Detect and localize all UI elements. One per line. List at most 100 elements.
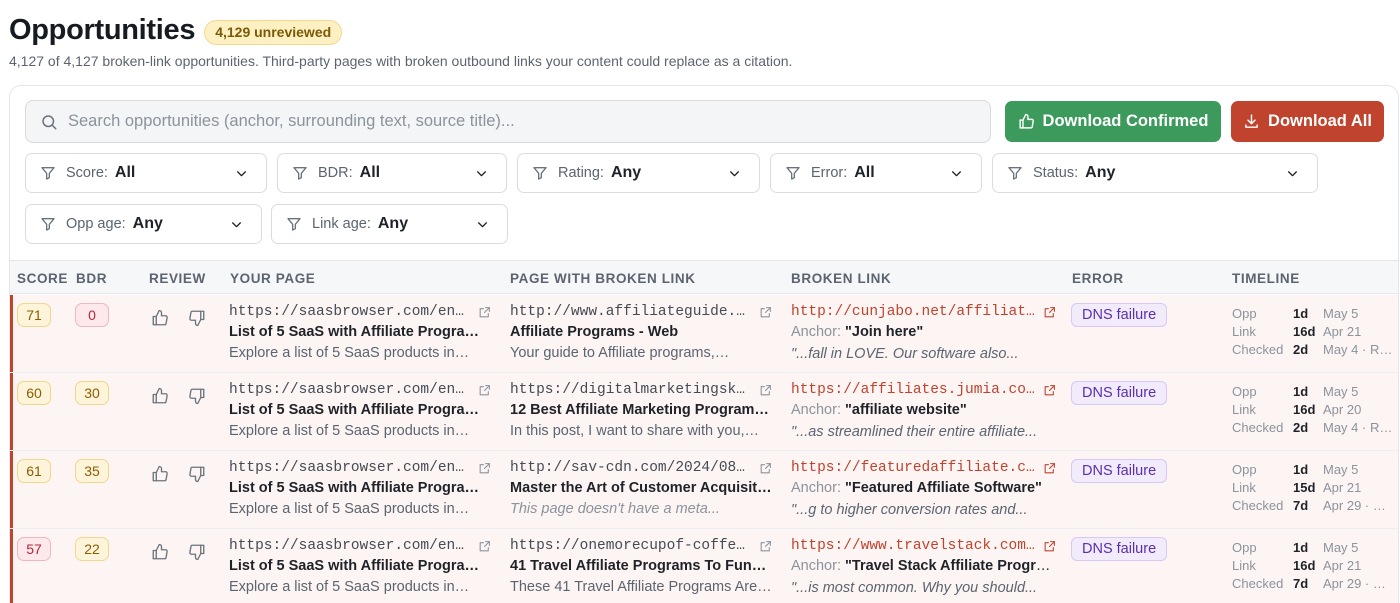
status-filter[interactable]: Status: Any (992, 153, 1318, 193)
bdr-filter[interactable]: BDR: All (277, 153, 507, 193)
table-row[interactable]: 57 22 https://saasbrowser.com/en/a… List… (10, 529, 1398, 603)
your-page-url[interactable]: https://saasbrowser.com/en/a… (229, 382, 470, 398)
your-page-cell: https://saasbrowser.com/en/a… List of 5 … (229, 304, 491, 361)
score-filter[interactable]: Score: All (25, 153, 267, 193)
thumbs-down-icon[interactable] (188, 387, 206, 405)
thumbs-up-icon[interactable] (151, 465, 169, 483)
filter-icon (287, 218, 301, 231)
your-page-title: List of 5 SaaS with Affiliate Program… (229, 480, 491, 496)
timeline: Opp 1d May 5 Link 16d Apr 21 Checked 2d … (1232, 304, 1398, 358)
search-box[interactable] (25, 100, 991, 143)
table-header: SCORE BDR REVIEW YOUR PAGE PAGE WITH BRO… (10, 260, 1398, 294)
timeline-label: Opp (1232, 383, 1257, 399)
your-page-url[interactable]: https://saasbrowser.com/en/a… (229, 460, 470, 476)
filter-value: Any (377, 215, 409, 232)
checked-date: Apr 29 · … (1323, 575, 1386, 591)
error-filter[interactable]: Error: All (770, 153, 982, 193)
anchor-text: "Featured Affiliate Software" (845, 480, 1042, 496)
external-link-icon[interactable] (1043, 306, 1056, 319)
broken-link-url[interactable]: http://cunjabo.net/affiliate… (791, 304, 1035, 320)
anchor-line: Anchor: "affiliate website" (791, 402, 1056, 418)
external-link-icon[interactable] (478, 306, 491, 319)
unreviewed-badge: 4,129 unreviewed (204, 19, 343, 45)
broken-page-url[interactable]: http://sav-cdn.com/2024/08/0… (510, 460, 751, 476)
external-link-icon[interactable] (1043, 540, 1056, 553)
score-pill: 57 (17, 537, 51, 561)
external-link-icon[interactable] (759, 306, 772, 319)
download-confirmed-label: Download Confirmed (1042, 112, 1209, 130)
external-link-icon[interactable] (1043, 462, 1056, 475)
thumbs-down-icon[interactable] (188, 465, 206, 483)
opp-date: May 5 (1323, 539, 1359, 555)
timeline-label: Checked (1232, 341, 1284, 357)
external-link-icon[interactable] (759, 384, 772, 397)
thumbs-up-icon[interactable] (151, 309, 169, 327)
external-link-icon[interactable] (759, 462, 772, 475)
thumbs-up-icon[interactable] (151, 543, 169, 561)
external-link-icon[interactable] (1043, 384, 1056, 397)
thumbs-down-icon[interactable] (188, 309, 206, 327)
anchor-label: Anchor: (791, 480, 841, 496)
your-page-description: Explore a list of 5 SaaS products in… (229, 345, 470, 361)
broken-link-url[interactable]: https://www.travelstack.com/… (791, 538, 1035, 554)
score-pill: 71 (17, 303, 51, 327)
page-title: Opportunities (9, 14, 196, 46)
checked-date: May 4 · R… (1323, 341, 1393, 357)
checked-age: 2d (1293, 341, 1309, 357)
surrounding-text: "...fall in LOVE. Our software also... (791, 346, 1019, 362)
anchor-line: Anchor: "Join here" (791, 324, 1056, 340)
link-age: 16d (1293, 323, 1316, 339)
filter-icon (533, 167, 547, 180)
filter-label: Opp age: (66, 216, 126, 232)
column-header-score[interactable]: SCORE (17, 271, 68, 286)
your-page-cell: https://saasbrowser.com/en/a… List of 5 … (229, 460, 491, 517)
error-badge: DNS failure (1071, 537, 1168, 561)
link-date: Apr 21 (1323, 557, 1362, 573)
anchor-label: Anchor: (791, 402, 841, 418)
opp-age: 1d (1293, 461, 1309, 477)
your-page-url[interactable]: https://saasbrowser.com/en/a… (229, 538, 470, 554)
broken-page-url[interactable]: http://www.affiliateguide.co… (510, 304, 751, 320)
your-page-title: List of 5 SaaS with Affiliate Program… (229, 324, 491, 340)
chevron-down-icon (477, 171, 486, 177)
link-age-filter[interactable]: Link age: Any (271, 204, 508, 244)
download-all-button[interactable]: Download All (1231, 101, 1384, 142)
broken-link-url[interactable]: https://featuredaffiliate.co… (791, 460, 1035, 476)
table-row[interactable]: 60 30 https://saasbrowser.com/en/a… List… (10, 373, 1398, 451)
opportunities-page: Opportunities 4,129 unreviewed 4,127 of … (0, 0, 1400, 603)
column-header-page-with-broken-link: PAGE WITH BROKEN LINK (510, 271, 696, 286)
chevron-down-icon (237, 171, 246, 177)
opp-age-filter[interactable]: Opp age: Any (25, 204, 262, 244)
your-page-url[interactable]: https://saasbrowser.com/en/a… (229, 304, 470, 320)
broken-link-cell: http://cunjabo.net/affiliate… Anchor: "J… (791, 304, 1056, 362)
broken-page-description: These 41 Travel Affiliate Programs Are… (510, 579, 772, 595)
broken-link-url[interactable]: https://affiliates.jumia.com/ (791, 382, 1035, 398)
filter-label: Status: (1033, 165, 1079, 181)
thumbs-up-icon[interactable] (151, 387, 169, 405)
external-link-icon[interactable] (759, 540, 772, 553)
timeline-label: Checked (1232, 419, 1284, 435)
download-confirmed-button[interactable]: Download Confirmed (1005, 101, 1221, 142)
timeline-label: Opp (1232, 539, 1257, 555)
chevron-down-icon (730, 171, 739, 177)
rating-filter[interactable]: Rating: Any (517, 153, 760, 193)
thumbs-down-icon[interactable] (188, 543, 206, 561)
bdr-pill: 35 (75, 459, 109, 483)
filter-value: All (359, 164, 381, 181)
filter-value: Any (610, 164, 642, 181)
timeline-label: Opp (1232, 461, 1257, 477)
column-header-bdr[interactable]: BDR (76, 271, 107, 286)
broken-page-url[interactable]: https://onemorecupof-coffee.… (510, 538, 751, 554)
error-badge: DNS failure (1071, 303, 1168, 327)
external-link-icon[interactable] (478, 540, 491, 553)
table-row[interactable]: 71 0 https://saasbrowser.com/en/a… List … (10, 295, 1398, 373)
anchor-text: "Join here" (845, 324, 924, 340)
external-link-icon[interactable] (478, 462, 491, 475)
external-link-icon[interactable] (478, 384, 491, 397)
filter-icon (1008, 167, 1022, 180)
broken-link-cell: https://affiliates.jumia.com/ Anchor: "a… (791, 382, 1056, 440)
broken-page-url[interactable]: https://digitalmarketingskil… (510, 382, 751, 398)
anchor-text: "Travel Stack Affiliate Progra… (845, 558, 1056, 574)
table-row[interactable]: 61 35 https://saasbrowser.com/en/a… List… (10, 451, 1398, 529)
search-input[interactable] (68, 112, 968, 131)
